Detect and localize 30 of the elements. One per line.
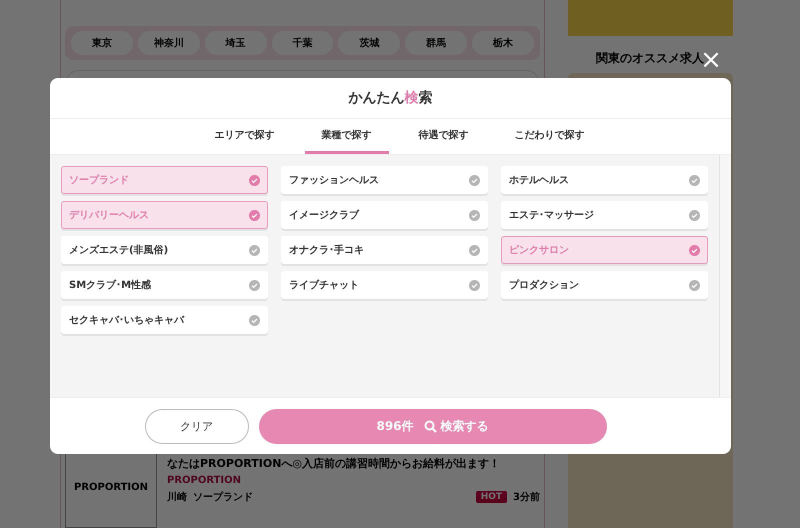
tab[interactable]: エリアで探す — [198, 119, 290, 154]
category-option[interactable]: SMクラブ･M性感 — [61, 271, 268, 299]
banner-image[interactable] — [568, 0, 732, 36]
prefecture-chip[interactable]: 神奈川 — [138, 31, 200, 55]
category-option[interactable]: ライブチャット — [281, 271, 488, 299]
prefecture-chip[interactable]: 栃木 — [472, 31, 534, 55]
sidebar-heading: 関東のオススメ求人 — [596, 50, 704, 65]
category-option[interactable]: ホテルヘルス — [501, 166, 708, 194]
prefecture-chip[interactable]: 埼玉 — [204, 31, 267, 55]
tab[interactable]: 待遇で探す — [402, 119, 484, 154]
category-option[interactable]: エステ･マッサージ — [501, 201, 708, 229]
prefecture-chip[interactable]: 東京 — [71, 31, 133, 55]
category-option[interactable]: オナクラ･手コキ — [281, 236, 488, 264]
time-text: 3分前 — [513, 490, 540, 504]
prefecture-chip[interactable]: 群馬 — [405, 31, 468, 55]
dialog-title: かんたん検索 — [348, 89, 432, 107]
category-option[interactable]: メンズエステ(非風俗) — [61, 236, 268, 264]
prefecture-chip[interactable]: 茨城 — [338, 31, 400, 55]
tab[interactable]: こだわりで探す — [498, 119, 600, 154]
job-title[interactable]: なたはPROPORTIONへ◎入店前の講習時間からお給料が出ます！ — [167, 456, 500, 471]
clear-button[interactable]: クリア — [144, 408, 248, 444]
category-option[interactable]: イメージクラブ — [281, 201, 488, 229]
category-option[interactable]: プロダクション — [501, 271, 708, 299]
category-option[interactable]: セクキャバ･いちゃキャバ — [61, 306, 268, 334]
hot-badge: HOT — [476, 491, 508, 503]
category-option[interactable]: ファッションヘルス — [281, 166, 488, 194]
category-text: ソープランド — [193, 490, 253, 504]
area-text: 川崎 — [167, 490, 187, 504]
prefecture-chip[interactable]: 千葉 — [272, 31, 334, 55]
search-icon — [424, 420, 437, 432]
